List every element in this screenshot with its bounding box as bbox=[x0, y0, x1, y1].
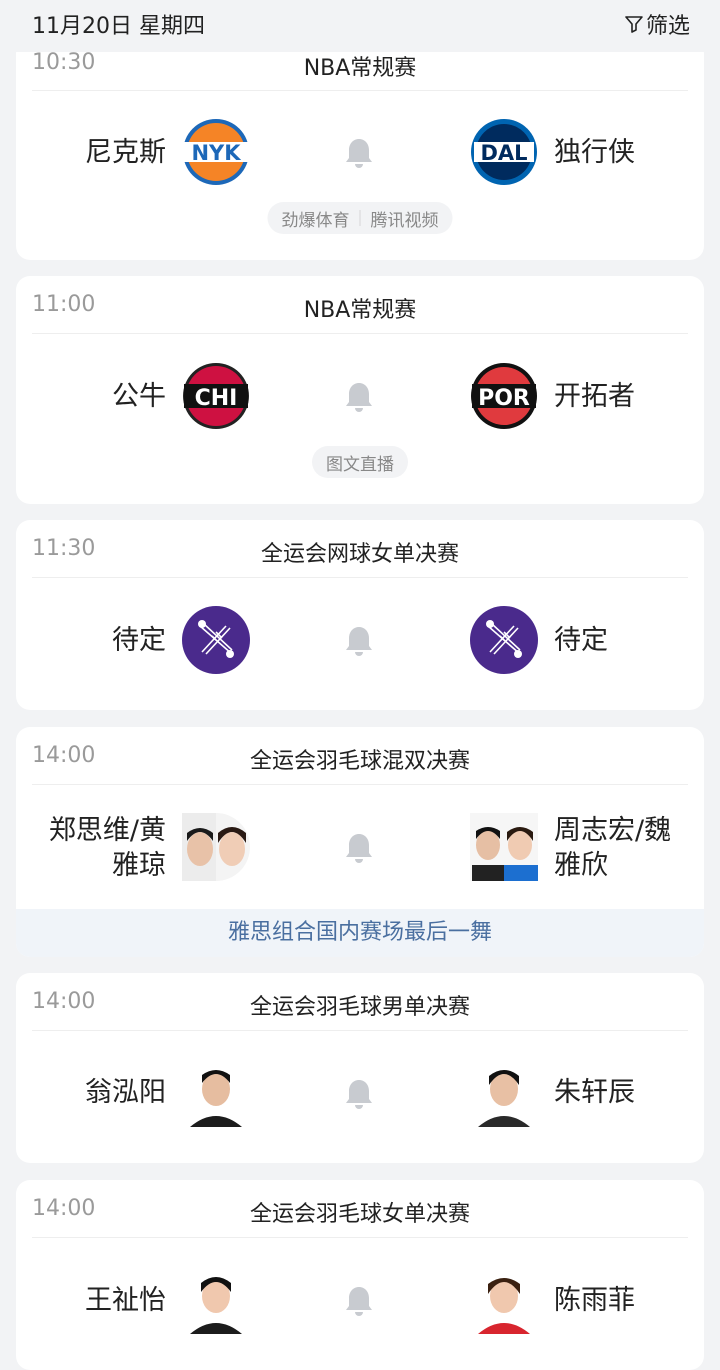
svg-text:POR: POR bbox=[478, 386, 530, 411]
player-pair-photo bbox=[470, 813, 538, 881]
match-news-link[interactable]: 雅思组合国内赛场最后一舞 bbox=[16, 909, 704, 957]
divider bbox=[32, 333, 688, 334]
bell-icon[interactable] bbox=[342, 624, 376, 658]
bell-icon[interactable] bbox=[342, 1077, 376, 1111]
broadcast-channels[interactable]: 图文直播 bbox=[312, 446, 408, 478]
divider bbox=[32, 577, 688, 578]
match-league: NBA常规赛 bbox=[303, 298, 417, 323]
match-card[interactable]: 14:00 全运会羽毛球女单决赛 王祉怡 陈雨菲 bbox=[16, 1180, 704, 1370]
match-card[interactable]: 10:30 NBA常规赛 尼克斯 NYK DAL 独行侠 劲爆体育 腾讯视频 bbox=[16, 40, 704, 260]
bell-icon[interactable] bbox=[342, 1284, 376, 1318]
divider bbox=[32, 784, 688, 785]
home-team-name: 公牛 bbox=[112, 381, 166, 412]
name-line: 雅琼 bbox=[112, 850, 166, 881]
tennis-event-icon bbox=[470, 606, 538, 674]
channel-separator bbox=[359, 210, 361, 226]
match-card[interactable]: 14:00 全运会羽毛球混双决赛 郑思维/黄 雅琼 周志宏/魏 雅欣 雅思组合国… bbox=[16, 727, 704, 957]
home-team-name: 尼克斯 bbox=[85, 137, 166, 168]
filter-icon bbox=[625, 16, 643, 33]
home-team-name: 翁泓阳 bbox=[85, 1077, 166, 1108]
channel-label[interactable]: 腾讯视频 bbox=[371, 206, 439, 231]
player-photo bbox=[470, 1059, 538, 1127]
home-team-name: 郑思维/黄 雅琼 bbox=[49, 813, 166, 883]
broadcast-channels[interactable]: 劲爆体育 腾讯视频 bbox=[267, 202, 453, 234]
mavericks-logo: DAL bbox=[471, 119, 537, 185]
channel-label[interactable]: 图文直播 bbox=[326, 450, 394, 475]
divider bbox=[32, 90, 688, 91]
match-card[interactable]: 14:00 全运会羽毛球男单决赛 翁泓阳 朱轩辰 bbox=[16, 973, 704, 1163]
name-line: 郑思维/黄 bbox=[48, 815, 166, 846]
away-team-name: 周志宏/魏 雅欣 bbox=[554, 813, 671, 883]
knicks-logo: NYK bbox=[182, 119, 250, 185]
bell-icon[interactable] bbox=[342, 831, 376, 865]
player-photo bbox=[470, 1266, 538, 1334]
away-team-name: 开拓者 bbox=[554, 381, 635, 412]
away-team-name: 待定 bbox=[554, 625, 608, 656]
svg-text:NYK: NYK bbox=[191, 141, 241, 165]
blazers-logo: POR bbox=[471, 363, 537, 429]
top-bar: 11月20日 星期四 筛选 bbox=[0, 0, 720, 52]
match-league: 全运会羽毛球男单决赛 bbox=[249, 995, 470, 1020]
svg-text:CHI: CHI bbox=[195, 386, 238, 411]
match-card[interactable]: 11:30 全运会网球女单决赛 待定 待定 bbox=[16, 520, 704, 710]
name-line: 周志宏/魏 bbox=[554, 815, 672, 846]
divider bbox=[32, 1030, 688, 1031]
player-photo bbox=[182, 1266, 250, 1334]
match-league: 全运会羽毛球混双决赛 bbox=[249, 749, 470, 774]
away-team-name: 独行侠 bbox=[554, 137, 635, 168]
player-photo bbox=[182, 1059, 250, 1127]
name-line: 雅欣 bbox=[554, 850, 608, 881]
bell-icon[interactable] bbox=[342, 380, 376, 414]
match-card[interactable]: 11:00 NBA常规赛 公牛 CHI POR 开拓者 图文直播 bbox=[16, 276, 704, 504]
bell-icon[interactable] bbox=[342, 136, 376, 170]
away-team-name: 陈雨菲 bbox=[554, 1285, 635, 1316]
divider bbox=[32, 1237, 688, 1238]
filter-button[interactable]: 筛选 bbox=[624, 8, 690, 40]
date-label: 11月20日 星期四 bbox=[32, 14, 205, 39]
svg-text:DAL: DAL bbox=[480, 141, 527, 165]
channel-label[interactable]: 劲爆体育 bbox=[282, 206, 350, 231]
filter-label: 筛选 bbox=[645, 14, 690, 39]
bulls-logo: CHI bbox=[183, 363, 249, 429]
away-team-name: 朱轩辰 bbox=[554, 1077, 635, 1108]
match-league: 全运会网球女单决赛 bbox=[260, 542, 459, 567]
home-team-name: 待定 bbox=[112, 625, 166, 656]
player-pair-photo bbox=[182, 813, 250, 881]
match-league: NBA常规赛 bbox=[303, 56, 417, 81]
home-team-name: 王祉怡 bbox=[85, 1285, 166, 1316]
tennis-event-icon bbox=[182, 606, 250, 674]
match-league: 全运会羽毛球女单决赛 bbox=[249, 1202, 470, 1227]
